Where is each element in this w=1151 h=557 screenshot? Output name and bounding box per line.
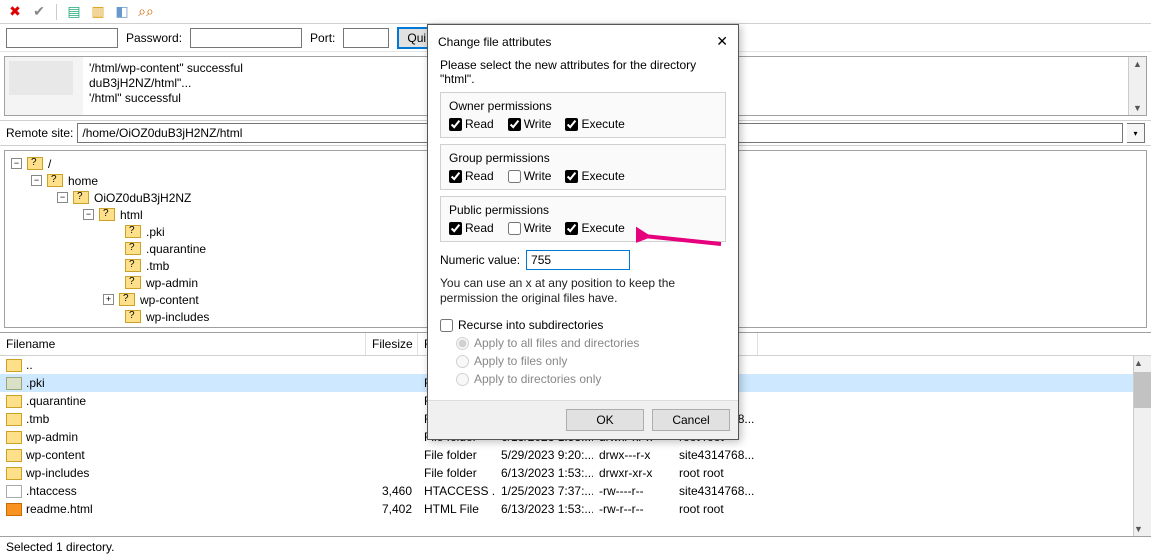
ok-button[interactable]: OK xyxy=(566,409,644,431)
folder-icon xyxy=(125,259,141,272)
tree-node[interactable]: wp-content xyxy=(140,293,199,307)
folder-icon xyxy=(47,174,63,187)
check-icon[interactable]: ✔ xyxy=(30,3,48,21)
recurse-checkbox[interactable] xyxy=(440,319,453,332)
file-row[interactable]: readme.html7,402HTML File6/13/2023 1:53:… xyxy=(0,500,1151,518)
group-read-checkbox[interactable] xyxy=(449,170,462,183)
folder-icon xyxy=(119,293,135,306)
tree-node[interactable]: wp-includes xyxy=(146,310,209,324)
search-icon[interactable]: ⌕⌕ xyxy=(137,3,155,21)
tree-expander[interactable]: − xyxy=(83,209,94,220)
folder-icon xyxy=(6,395,22,408)
file-row[interactable]: wp-includesFile folder6/13/2023 1:53:...… xyxy=(0,464,1151,482)
dialog-intro: Please select the new attributes for the… xyxy=(440,58,726,86)
owner-perm-label: Owner permissions xyxy=(449,99,717,113)
password-label: Password: xyxy=(126,31,182,45)
filter-icon[interactable]: ◧ xyxy=(113,3,131,21)
group-write-checkbox[interactable] xyxy=(508,170,521,183)
folder-icon xyxy=(6,431,22,444)
folder-icon xyxy=(125,225,141,238)
apply-dirs-radio xyxy=(456,373,469,386)
tree-node-home[interactable]: home xyxy=(68,174,98,188)
password-input[interactable] xyxy=(190,28,302,48)
chevron-down-icon[interactable]: ▼ xyxy=(1133,101,1142,115)
apply-files-radio xyxy=(456,355,469,368)
permission-note: You can use an x at any position to keep… xyxy=(440,276,726,306)
scrollbar-thumb[interactable] xyxy=(1134,372,1151,408)
owner-write-checkbox[interactable] xyxy=(508,118,521,131)
tree-expander[interactable]: + xyxy=(103,294,114,305)
tree-expander[interactable]: − xyxy=(57,192,68,203)
remote-site-label: Remote site: xyxy=(6,126,73,140)
chevron-down-icon[interactable]: ▼ xyxy=(1134,522,1151,536)
close-icon[interactable]: ✕ xyxy=(716,33,728,50)
folder-icon xyxy=(73,191,89,204)
tree-expander[interactable]: − xyxy=(11,158,22,169)
tree-node[interactable]: .tmb xyxy=(146,259,169,273)
folder-icon xyxy=(6,359,22,372)
log-scrollbar[interactable]: ▲ ▼ xyxy=(1128,57,1146,115)
public-write-checkbox[interactable] xyxy=(508,222,521,235)
public-read-checkbox[interactable] xyxy=(449,222,462,235)
group-perm-label: Group permissions xyxy=(449,151,717,165)
cancel-icon[interactable]: ✖ xyxy=(6,3,24,21)
tree-node-root[interactable]: / xyxy=(48,157,51,171)
tree-node[interactable]: .quarantine xyxy=(146,242,206,256)
file-scrollbar[interactable]: ▲ ▼ xyxy=(1133,356,1151,536)
public-execute-checkbox[interactable] xyxy=(565,222,578,235)
port-label: Port: xyxy=(310,31,335,45)
group-execute-checkbox[interactable] xyxy=(565,170,578,183)
folder-icon xyxy=(125,242,141,255)
folder-icon xyxy=(125,276,141,289)
apply-all-radio xyxy=(456,337,469,350)
file-icon xyxy=(6,485,22,498)
host-input[interactable] xyxy=(6,28,118,48)
tree-expander[interactable]: − xyxy=(31,175,42,186)
avatar xyxy=(9,61,73,95)
public-perm-label: Public permissions xyxy=(449,203,717,217)
folder-icon xyxy=(6,413,22,426)
chevron-down-icon[interactable]: ▾ xyxy=(1127,123,1145,143)
main-toolbar: ✖ ✔ ▤ ▥ ◧ ⌕⌕ xyxy=(0,0,1151,24)
owner-read-checkbox[interactable] xyxy=(449,118,462,131)
port-input[interactable] xyxy=(343,28,389,48)
file-icon xyxy=(6,503,22,516)
dialog-title: Change file attributes xyxy=(438,35,551,49)
folder-icon xyxy=(6,377,22,390)
file-row[interactable]: .htaccess3,460HTACCESS ...1/25/2023 7:37… xyxy=(0,482,1151,500)
folder-icon xyxy=(27,157,43,170)
chevron-up-icon[interactable]: ▲ xyxy=(1133,57,1142,71)
owner-execute-checkbox[interactable] xyxy=(565,118,578,131)
numeric-label: Numeric value: xyxy=(440,253,520,267)
list-icon[interactable]: ▤ xyxy=(65,3,83,21)
tree-node-user[interactable]: OiOZ0duB3jH2NZ xyxy=(94,191,191,205)
numeric-value-input[interactable] xyxy=(526,250,630,270)
folder-icon xyxy=(6,449,22,462)
file-row[interactable]: wp-contentFile folder5/29/2023 9:20:...d… xyxy=(0,446,1151,464)
folder-icon xyxy=(6,467,22,480)
chevron-up-icon[interactable]: ▲ xyxy=(1134,356,1151,370)
folder-icon xyxy=(99,208,115,221)
tree-node[interactable]: .pki xyxy=(146,225,165,239)
cancel-button[interactable]: Cancel xyxy=(652,409,730,431)
annotation-arrow xyxy=(636,224,726,254)
col-filename[interactable]: Filename xyxy=(0,333,366,355)
folder-icon xyxy=(125,310,141,323)
tree-node[interactable]: wp-admin xyxy=(146,276,198,290)
queue-icon[interactable]: ▥ xyxy=(89,3,107,21)
tree-node-html[interactable]: html xyxy=(120,208,143,222)
col-filesize[interactable]: Filesize xyxy=(366,333,418,355)
